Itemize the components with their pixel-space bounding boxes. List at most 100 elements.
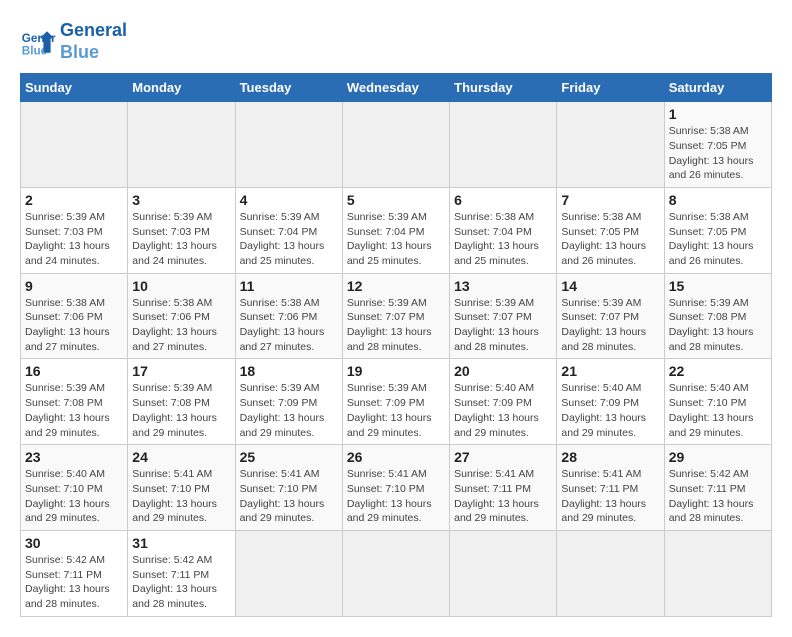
day-number: 21 [561,363,659,379]
calendar-day: 12 Sunrise: 5:39 AM Sunset: 7:07 PM Dayl… [342,273,449,359]
day-number: 31 [132,535,230,551]
calendar-day: 6 Sunrise: 5:38 AM Sunset: 7:04 PM Dayli… [450,187,557,273]
day-number: 22 [669,363,767,379]
day-info: Sunrise: 5:40 AM Sunset: 7:10 PM Dayligh… [669,381,767,440]
weekday-header: Monday [128,74,235,102]
calendar-week: 30 Sunrise: 5:42 AM Sunset: 7:11 PM Dayl… [21,530,772,616]
day-number: 6 [454,192,552,208]
day-number: 25 [240,449,338,465]
day-info: Sunrise: 5:39 AM Sunset: 7:07 PM Dayligh… [561,296,659,355]
day-info: Sunrise: 5:39 AM Sunset: 7:08 PM Dayligh… [669,296,767,355]
calendar-day: 8 Sunrise: 5:38 AM Sunset: 7:05 PM Dayli… [664,187,771,273]
calendar-day: 3 Sunrise: 5:39 AM Sunset: 7:03 PM Dayli… [128,187,235,273]
day-info: Sunrise: 5:42 AM Sunset: 7:11 PM Dayligh… [132,553,230,612]
day-number: 26 [347,449,445,465]
svg-text:General: General [22,32,56,45]
calendar-day [450,530,557,616]
calendar-day [450,102,557,188]
day-number: 9 [25,278,123,294]
day-number: 27 [454,449,552,465]
day-info: Sunrise: 5:41 AM Sunset: 7:10 PM Dayligh… [132,467,230,526]
day-number: 13 [454,278,552,294]
calendar-day: 13 Sunrise: 5:39 AM Sunset: 7:07 PM Dayl… [450,273,557,359]
weekday-header: Saturday [664,74,771,102]
calendar-day: 20 Sunrise: 5:40 AM Sunset: 7:09 PM Dayl… [450,359,557,445]
day-info: Sunrise: 5:38 AM Sunset: 7:04 PM Dayligh… [454,210,552,269]
logo-icon: General Blue [20,24,56,60]
page-header: General Blue General Blue [20,20,772,63]
day-number: 14 [561,278,659,294]
calendar-week: 16 Sunrise: 5:39 AM Sunset: 7:08 PM Dayl… [21,359,772,445]
weekday-header: Sunday [21,74,128,102]
calendar-day: 11 Sunrise: 5:38 AM Sunset: 7:06 PM Dayl… [235,273,342,359]
calendar-day: 31 Sunrise: 5:42 AM Sunset: 7:11 PM Dayl… [128,530,235,616]
day-info: Sunrise: 5:39 AM Sunset: 7:04 PM Dayligh… [240,210,338,269]
day-number: 15 [669,278,767,294]
calendar-body: 1 Sunrise: 5:38 AM Sunset: 7:05 PM Dayli… [21,102,772,617]
calendar-day: 16 Sunrise: 5:39 AM Sunset: 7:08 PM Dayl… [21,359,128,445]
day-number: 20 [454,363,552,379]
day-info: Sunrise: 5:38 AM Sunset: 7:05 PM Dayligh… [669,124,767,183]
day-number: 23 [25,449,123,465]
calendar-day: 23 Sunrise: 5:40 AM Sunset: 7:10 PM Dayl… [21,445,128,531]
day-info: Sunrise: 5:38 AM Sunset: 7:06 PM Dayligh… [132,296,230,355]
calendar-day [557,102,664,188]
day-info: Sunrise: 5:42 AM Sunset: 7:11 PM Dayligh… [25,553,123,612]
calendar-day: 21 Sunrise: 5:40 AM Sunset: 7:09 PM Dayl… [557,359,664,445]
calendar-header: SundayMondayTuesdayWednesdayThursdayFrid… [21,74,772,102]
weekday-header: Friday [557,74,664,102]
calendar-day: 15 Sunrise: 5:39 AM Sunset: 7:08 PM Dayl… [664,273,771,359]
calendar-day [235,102,342,188]
day-info: Sunrise: 5:39 AM Sunset: 7:07 PM Dayligh… [454,296,552,355]
day-info: Sunrise: 5:38 AM Sunset: 7:06 PM Dayligh… [25,296,123,355]
day-number: 17 [132,363,230,379]
day-number: 28 [561,449,659,465]
day-info: Sunrise: 5:40 AM Sunset: 7:10 PM Dayligh… [25,467,123,526]
day-info: Sunrise: 5:39 AM Sunset: 7:07 PM Dayligh… [347,296,445,355]
calendar-day: 18 Sunrise: 5:39 AM Sunset: 7:09 PM Dayl… [235,359,342,445]
calendar-day: 14 Sunrise: 5:39 AM Sunset: 7:07 PM Dayl… [557,273,664,359]
day-number: 24 [132,449,230,465]
calendar-day: 26 Sunrise: 5:41 AM Sunset: 7:10 PM Dayl… [342,445,449,531]
day-number: 3 [132,192,230,208]
day-number: 1 [669,106,767,122]
calendar-day [21,102,128,188]
day-number: 11 [240,278,338,294]
day-number: 18 [240,363,338,379]
calendar-day: 27 Sunrise: 5:41 AM Sunset: 7:11 PM Dayl… [450,445,557,531]
calendar-day: 1 Sunrise: 5:38 AM Sunset: 7:05 PM Dayli… [664,102,771,188]
weekday-header: Wednesday [342,74,449,102]
calendar-day: 22 Sunrise: 5:40 AM Sunset: 7:10 PM Dayl… [664,359,771,445]
calendar-week: 1 Sunrise: 5:38 AM Sunset: 7:05 PM Dayli… [21,102,772,188]
logo-text: General Blue [60,20,127,63]
calendar-day: 30 Sunrise: 5:42 AM Sunset: 7:11 PM Dayl… [21,530,128,616]
weekday-row: SundayMondayTuesdayWednesdayThursdayFrid… [21,74,772,102]
day-number: 12 [347,278,445,294]
calendar-day [557,530,664,616]
day-number: 29 [669,449,767,465]
day-number: 19 [347,363,445,379]
day-info: Sunrise: 5:39 AM Sunset: 7:03 PM Dayligh… [132,210,230,269]
day-info: Sunrise: 5:39 AM Sunset: 7:08 PM Dayligh… [25,381,123,440]
calendar-day: 25 Sunrise: 5:41 AM Sunset: 7:10 PM Dayl… [235,445,342,531]
day-number: 8 [669,192,767,208]
day-number: 4 [240,192,338,208]
calendar-week: 23 Sunrise: 5:40 AM Sunset: 7:10 PM Dayl… [21,445,772,531]
calendar-day: 24 Sunrise: 5:41 AM Sunset: 7:10 PM Dayl… [128,445,235,531]
day-info: Sunrise: 5:39 AM Sunset: 7:08 PM Dayligh… [132,381,230,440]
day-info: Sunrise: 5:39 AM Sunset: 7:04 PM Dayligh… [347,210,445,269]
day-number: 5 [347,192,445,208]
calendar-day [342,530,449,616]
calendar-week: 9 Sunrise: 5:38 AM Sunset: 7:06 PM Dayli… [21,273,772,359]
day-number: 10 [132,278,230,294]
weekday-header: Tuesday [235,74,342,102]
day-info: Sunrise: 5:41 AM Sunset: 7:10 PM Dayligh… [347,467,445,526]
day-info: Sunrise: 5:39 AM Sunset: 7:09 PM Dayligh… [347,381,445,440]
calendar-week: 2 Sunrise: 5:39 AM Sunset: 7:03 PM Dayli… [21,187,772,273]
day-info: Sunrise: 5:38 AM Sunset: 7:05 PM Dayligh… [669,210,767,269]
calendar-day: 4 Sunrise: 5:39 AM Sunset: 7:04 PM Dayli… [235,187,342,273]
calendar-table: SundayMondayTuesdayWednesdayThursdayFrid… [20,73,772,617]
day-info: Sunrise: 5:41 AM Sunset: 7:11 PM Dayligh… [561,467,659,526]
calendar-day: 10 Sunrise: 5:38 AM Sunset: 7:06 PM Dayl… [128,273,235,359]
calendar-day: 2 Sunrise: 5:39 AM Sunset: 7:03 PM Dayli… [21,187,128,273]
